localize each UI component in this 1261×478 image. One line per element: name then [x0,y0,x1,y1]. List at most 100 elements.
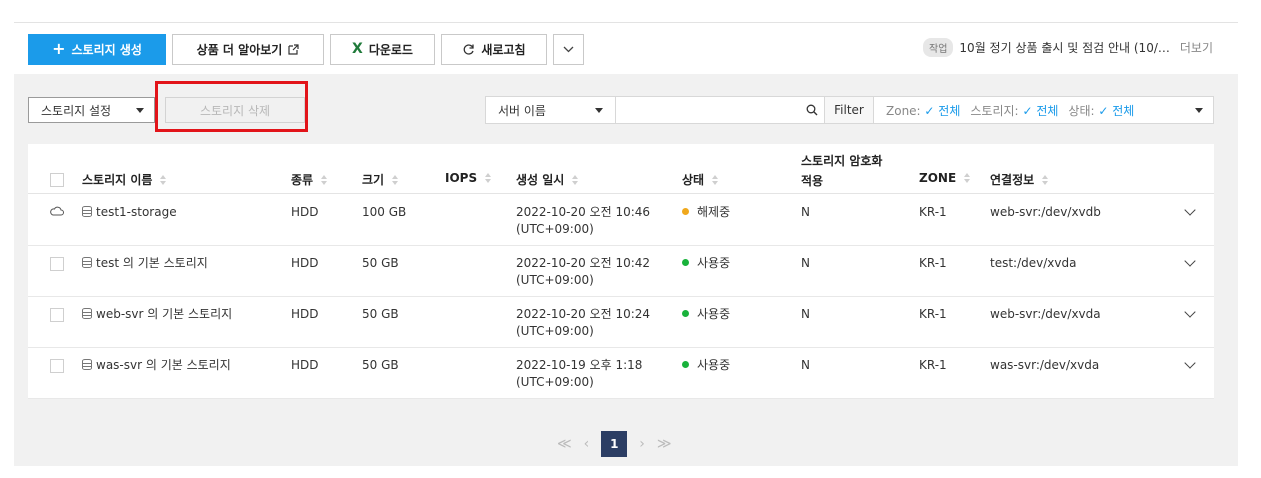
storage-connection: test:/dev/xvda [990,256,1077,270]
storage-zone: KR-1 [919,358,947,372]
row-checkbox[interactable] [50,308,64,322]
row-checkbox[interactable] [50,359,64,373]
notice-bar: 작업 10월 정기 상품 출시 및 점검 안내 (10/… 더보기 [923,38,1213,57]
storage-connection: web-svr:/dev/xvda [990,307,1101,321]
storage-encryption: N [801,205,810,219]
storage-created: 2022-10-20 오전 10:46 (UTC+09:00) [516,205,651,236]
notice-text[interactable]: 10월 정기 상품 출시 및 점검 안내 (10/… [959,39,1169,56]
header-zone[interactable]: ZONE [919,171,971,185]
cloud-icon [50,206,64,216]
sort-icon [392,174,399,185]
sort-icon [964,173,971,183]
table-row[interactable]: test1-storage HDD 100 GB 2022-10-20 오전 1… [28,195,1214,246]
search-button[interactable] [799,97,824,123]
filter-label: Filter [834,103,864,117]
notice-more-link[interactable]: 더보기 [1180,39,1213,56]
storage-name[interactable]: test 의 기본 스토리지 [82,255,208,272]
storage-name[interactable]: test1-storage [82,204,177,221]
header-status[interactable]: 상태 [682,171,719,188]
header-iops[interactable]: IOPS [445,171,492,185]
storage-created: 2022-10-20 오전 10:24 (UTC+09:00) [516,307,651,338]
database-icon [82,308,92,319]
main-panel: 스토리지 설정 스토리지 삭제 서버 이름 Filter Zone: ✓ 전체 … [14,74,1238,466]
expand-chevron-icon[interactable] [1184,204,1196,216]
learn-more-button[interactable]: 상품 더 알아보기 [172,33,324,65]
header-size[interactable]: 크기 [362,171,399,188]
header-name[interactable]: 스토리지 이름 [82,171,167,188]
refresh-button[interactable]: 새로고침 [441,33,547,65]
header-encryption: 스토리지 암호화 적용 [801,154,883,188]
create-storage-button[interactable]: + 스토리지 생성 [28,33,166,65]
sort-icon [160,174,167,185]
database-icon [82,257,92,268]
first-page-button[interactable]: ≪ [557,436,572,452]
storage-connection: was-svr:/dev/xvda [990,358,1100,372]
select-all-checkbox[interactable] [50,173,64,187]
storage-created: 2022-10-19 오후 1:18 (UTC+09:00) [516,358,643,389]
row-checkbox[interactable] [50,257,64,271]
expand-chevron-icon[interactable] [1184,306,1196,318]
storage-size: 50 GB [362,307,399,321]
refresh-label: 새로고침 [481,42,526,57]
storage-type: HDD [291,358,319,372]
status-dot-icon [682,259,689,266]
search-input[interactable] [616,97,799,123]
database-icon [82,359,92,370]
search-icon [806,104,817,116]
next-page-button[interactable]: › [639,436,645,452]
storage-connection: web-svr:/dev/xvdb [990,205,1101,219]
toolbar: + 스토리지 생성 상품 더 알아보기 X 다운로드 새로고침 [28,33,584,65]
header-type[interactable]: 종류 [291,171,328,188]
sort-icon [712,174,719,185]
chevron-down-icon [563,46,574,52]
status-dot-icon [682,361,689,368]
notice-badge: 작업 [923,38,954,57]
caret-down-icon [1195,108,1203,113]
table-row[interactable]: web-svr 의 기본 스토리지 HDD 50 GB 2022-10-20 오… [28,297,1214,348]
header-connection[interactable]: 연결정보 [990,171,1049,188]
caret-down-icon [136,108,144,113]
search-type-label: 서버 이름 [498,103,546,118]
expand-chevron-icon[interactable] [1184,357,1196,369]
search-group: 서버 이름 Filter Zone: ✓ 전체 스토리지: ✓ 전체 상태: ✓… [485,96,1214,124]
page-1-button[interactable]: 1 [601,431,628,457]
last-page-button[interactable]: ≫ [657,436,672,452]
storage-status: 해제중 [682,204,730,221]
learn-more-label: 상품 더 알아보기 [196,42,283,57]
download-label: 다운로드 [368,42,413,57]
storage-settings-label: 스토리지 설정 [41,103,112,118]
storage-encryption: N [801,358,810,372]
excel-icon: X [352,41,363,57]
download-button[interactable]: X 다운로드 [330,33,435,65]
storage-type: HDD [291,205,319,219]
storage-settings-dropdown[interactable]: 스토리지 설정 [28,97,155,123]
filter-summary[interactable]: Zone: ✓ 전체 스토리지: ✓ 전체 상태: ✓ 전체 [874,97,1213,123]
storage-encryption: N [801,256,810,270]
plus-icon: + [52,39,66,58]
filter-button[interactable]: Filter [824,97,874,123]
external-link-icon [288,43,299,55]
storage-name[interactable]: was-svr 의 기본 스토리지 [82,357,231,374]
header-created[interactable]: 생성 일시 [516,171,579,188]
storage-name[interactable]: web-svr 의 기본 스토리지 [82,306,232,323]
prev-page-button[interactable]: ‹ [584,436,590,452]
database-icon [82,206,92,217]
storage-status: 사용중 [682,306,730,323]
refresh-icon [464,43,475,55]
storage-table: 스토리지 이름 종류 크기 IOPS 생성 일시 상태 스토리지 암호화 적용 … [28,144,1214,399]
status-dot-icon [682,208,689,215]
filter-storage: 스토리지: ✓ 전체 [970,103,1059,118]
storage-size: 100 GB [362,205,407,219]
caret-down-icon [595,108,603,113]
table-row[interactable]: test 의 기본 스토리지 HDD 50 GB 2022-10-20 오전 1… [28,246,1214,297]
storage-size: 50 GB [362,358,399,372]
storage-created: 2022-10-20 오전 10:42 (UTC+09:00) [516,256,651,287]
pagination: ≪ ‹ 1 › ≫ [557,431,672,457]
top-divider [14,22,1238,23]
search-type-select[interactable]: 서버 이름 [486,97,616,123]
expand-chevron-icon[interactable] [1184,255,1196,267]
more-actions-button[interactable] [553,33,584,65]
sort-icon [1042,174,1049,185]
table-row[interactable]: was-svr 의 기본 스토리지 HDD 50 GB 2022-10-19 오… [28,348,1214,399]
filter-zone: Zone: ✓ 전체 [886,103,961,118]
